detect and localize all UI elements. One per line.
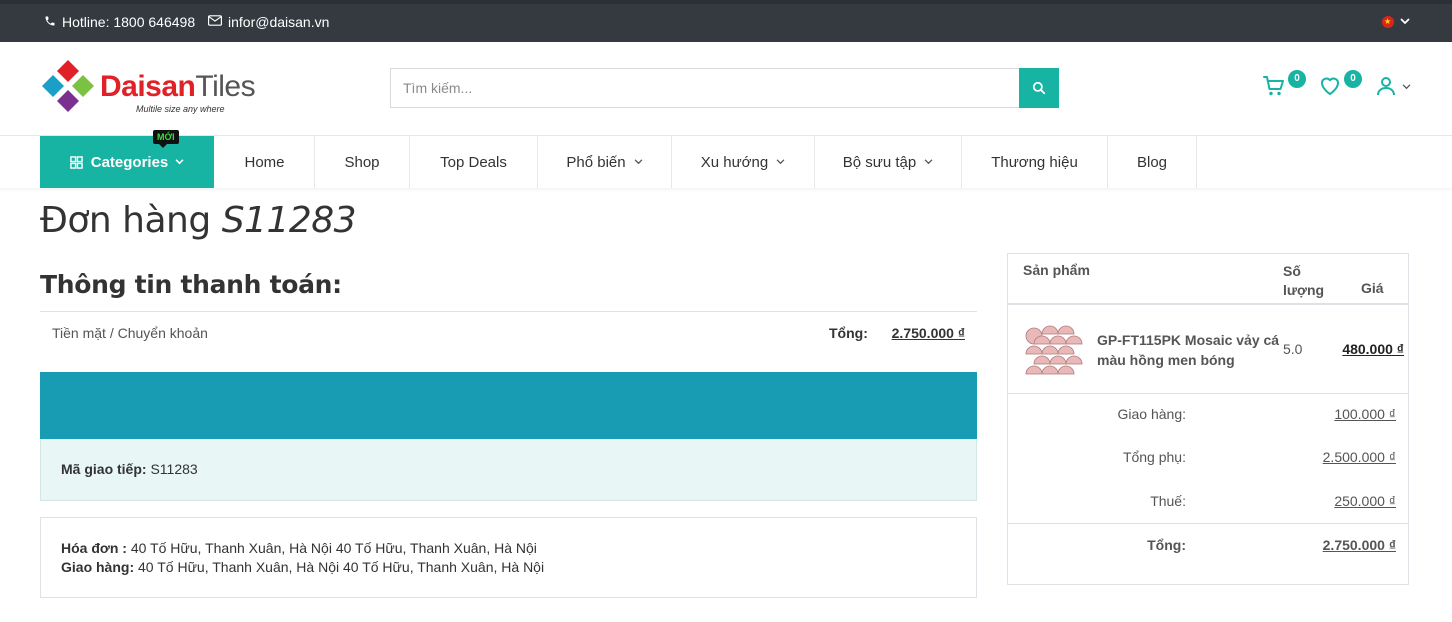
summary-shipping-value: 100.000 ₫ bbox=[1334, 406, 1396, 422]
cart-icon bbox=[1263, 76, 1284, 96]
search-input[interactable] bbox=[391, 69, 1011, 107]
summary-tax-value: 250.000 ₫ bbox=[1334, 493, 1396, 509]
col-header-qty-line2: lượng bbox=[1283, 282, 1325, 298]
nav-item-collections[interactable]: Bộ sưu tập bbox=[815, 136, 962, 188]
divider bbox=[1008, 393, 1408, 394]
payment-total-label: Tổng: bbox=[829, 325, 868, 341]
search-icon bbox=[1032, 81, 1046, 95]
email-text: infor@daisan.vn bbox=[228, 14, 330, 30]
page-title: Đơn hàng S11283 bbox=[40, 200, 357, 241]
heart-icon bbox=[1321, 77, 1339, 95]
chevron-down-icon bbox=[1402, 84, 1411, 90]
logo-diamonds-icon bbox=[42, 60, 94, 112]
summary-subtotal-value: 2.500.000 ₫ bbox=[1322, 449, 1396, 465]
top-bar: Hotline: 1800 646498 infor@daisan.vn bbox=[0, 0, 1452, 42]
shipping-address: 40 Tố Hữu, Thanh Xuân, Hà Nội 40 Tố Hữu,… bbox=[138, 559, 545, 575]
product-price: 480.000 ₫ bbox=[1342, 341, 1404, 357]
summary-shipping-label: Giao hàng: bbox=[1117, 406, 1187, 422]
order-code: S11283 bbox=[221, 200, 357, 241]
nav-item-label: Top Deals bbox=[440, 153, 507, 171]
nav-item-blog[interactable]: Blog bbox=[1108, 136, 1197, 188]
wishlist-count-badge: 0 bbox=[1344, 70, 1362, 88]
grid-icon bbox=[69, 155, 83, 169]
payment-total-value: 2.750.000 ₫ bbox=[891, 325, 965, 341]
main-nav: MỚI Categories Home Shop Top Deals Phổ b… bbox=[0, 130, 1452, 188]
order-title-prefix: Đơn hàng bbox=[40, 200, 211, 241]
cart-count-badge: 0 bbox=[1288, 70, 1306, 88]
categories-button[interactable]: MỚI Categories bbox=[40, 130, 214, 188]
language-selector[interactable] bbox=[1382, 16, 1410, 28]
search-button[interactable] bbox=[1019, 68, 1059, 108]
chevron-down-icon bbox=[1400, 17, 1410, 28]
email-contact[interactable]: infor@daisan.vn bbox=[208, 14, 329, 30]
nav-item-label: Xu hướng bbox=[700, 153, 769, 171]
hotline-text: Hotline: 1800 646498 bbox=[62, 14, 196, 30]
reference-value: S11283 bbox=[150, 461, 198, 477]
logo-brand-text: DaisanTiles bbox=[100, 70, 256, 103]
product-thumbnail bbox=[1024, 322, 1084, 378]
vn-flag-icon bbox=[1382, 16, 1394, 28]
site-header: DaisanTiles Multile size any where 0 0 bbox=[0, 42, 1452, 136]
payment-method: Tiền mặt / Chuyển khoản bbox=[52, 325, 208, 341]
nav-item-label: Phổ biến bbox=[566, 153, 626, 171]
user-icon bbox=[1377, 77, 1395, 96]
divider bbox=[1008, 523, 1408, 524]
payment-banner bbox=[40, 372, 977, 439]
nav-item-label: Bộ sưu tập bbox=[842, 153, 917, 171]
categories-label: Categories bbox=[90, 153, 169, 171]
nav-item-home[interactable]: Home bbox=[215, 136, 315, 188]
invoice-address-line: Hóa đơn : 40 Tố Hữu, Thanh Xuân, Hà Nội … bbox=[61, 540, 537, 556]
shipping-address-line: Giao hàng: 40 Tố Hữu, Thanh Xuân, Hà Nội… bbox=[61, 559, 544, 575]
nav-item-shop[interactable]: Shop bbox=[315, 136, 410, 188]
col-header-qty-line1: Số bbox=[1283, 263, 1301, 279]
payment-row: Tiền mặt / Chuyển khoản Tổng: 2.750.000 … bbox=[40, 312, 977, 354]
col-header-qty: Số lượng bbox=[1283, 262, 1324, 300]
col-header-product: Sản phẩm bbox=[1023, 262, 1090, 278]
divider bbox=[1008, 303, 1408, 305]
chevron-down-icon bbox=[175, 159, 184, 165]
hotline[interactable]: Hotline: 1800 646498 bbox=[44, 14, 195, 30]
summary-total-value: 2.750.000 ₫ bbox=[1322, 537, 1396, 553]
chevron-down-icon bbox=[634, 159, 642, 165]
account-menu[interactable] bbox=[1374, 74, 1411, 101]
nav-item-trends[interactable]: Xu hướng bbox=[672, 136, 815, 188]
address-panel: Hóa đơn : 40 Tố Hữu, Thanh Xuân, Hà Nội … bbox=[40, 517, 977, 598]
wishlist-button[interactable]: 0 bbox=[1318, 70, 1362, 101]
nav-item-label: Thương hiệu bbox=[991, 153, 1078, 171]
invoice-address: 40 Tố Hữu, Thanh Xuân, Hà Nội 40 Tố Hữu,… bbox=[130, 540, 537, 556]
chevron-down-icon bbox=[924, 159, 933, 165]
logo-tagline: Multile size any where bbox=[136, 104, 225, 114]
summary-total-label: Tổng: bbox=[1147, 537, 1186, 553]
envelope-icon bbox=[208, 15, 222, 29]
product-qty: 5.0 bbox=[1283, 341, 1303, 357]
col-header-price: Giá bbox=[1361, 280, 1384, 296]
order-summary: Sản phẩm Số lượng Giá GP-FT115PK Mosaic v… bbox=[1007, 253, 1409, 585]
reference-label: Mã giao tiếp: bbox=[61, 461, 147, 477]
nav-item-popular[interactable]: Phổ biến bbox=[538, 136, 672, 188]
summary-subtotal-label: Tổng phụ: bbox=[1122, 449, 1186, 465]
phone-icon bbox=[44, 15, 56, 30]
chevron-down-icon bbox=[776, 159, 785, 165]
nav-item-top-deals[interactable]: Top Deals bbox=[410, 136, 538, 188]
invoice-label: Hóa đơn : bbox=[61, 540, 127, 556]
reference-line: Mã giao tiếp: S11283 bbox=[61, 461, 198, 477]
nav-item-label: Blog bbox=[1136, 153, 1168, 171]
nav-item-label: Shop bbox=[344, 153, 380, 171]
nav-item-label: Home bbox=[244, 153, 285, 171]
cart-button[interactable]: 0 bbox=[1262, 70, 1306, 101]
summary-tax-label: Thuế: bbox=[1150, 493, 1186, 509]
reference-panel: Mã giao tiếp: S11283 bbox=[40, 439, 977, 501]
search-bar bbox=[390, 68, 1059, 108]
shipping-label: Giao hàng: bbox=[61, 559, 135, 575]
product-name[interactable]: GP-FT115PK Mosaic vảy cá màu hồng men bó… bbox=[1097, 330, 1282, 370]
nav-item-brands[interactable]: Thương hiệu bbox=[962, 136, 1108, 188]
payment-section-title: Thông tin thanh toán: bbox=[40, 270, 342, 299]
new-badge: MỚI bbox=[153, 130, 179, 148]
site-logo[interactable]: DaisanTiles Multile size any where bbox=[42, 60, 282, 116]
